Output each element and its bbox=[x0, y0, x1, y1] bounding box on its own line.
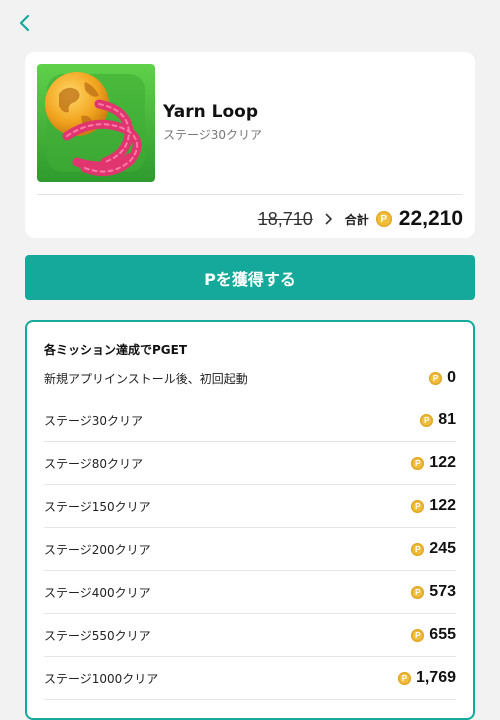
mission-list: 新規アプリインストール後、初回起動 P 0 ステージ30クリア P 81 ステー… bbox=[44, 357, 456, 700]
get-points-button[interactable]: Pを獲得する bbox=[25, 255, 475, 300]
app-subtitle: ステージ30クリア bbox=[163, 128, 263, 142]
points-summary: 18,710 合計 P 22,210 bbox=[258, 204, 463, 234]
point-coin-icon: P bbox=[411, 585, 425, 599]
point-coin-icon: P bbox=[420, 413, 434, 427]
app-card: Yarn Loop ステージ30クリア 18,710 合計 P 22,210 bbox=[25, 52, 475, 238]
missions-title: 各ミッション達成でPGET bbox=[44, 343, 188, 357]
top-bar bbox=[0, 0, 500, 48]
mission-reward: P 122 bbox=[411, 497, 456, 515]
mission-label: ステージ80クリア bbox=[44, 456, 144, 471]
mission-reward: P 1,769 bbox=[397, 669, 456, 687]
mission-points: 573 bbox=[429, 583, 456, 600]
mission-points: 122 bbox=[429, 497, 456, 514]
mission-item: ステージ150クリア P 122 bbox=[44, 485, 456, 528]
chevron-right-icon bbox=[324, 210, 332, 229]
mission-points: 1,769 bbox=[415, 669, 456, 686]
mission-reward: P 573 bbox=[411, 583, 456, 601]
mission-label: ステージ30クリア bbox=[44, 413, 144, 428]
mission-points: 245 bbox=[429, 540, 456, 557]
mission-item: ステージ80クリア P 122 bbox=[44, 442, 456, 485]
mission-points: 81 bbox=[438, 411, 456, 428]
point-coin-icon: P bbox=[375, 211, 392, 227]
mission-label: ステージ150クリア bbox=[44, 499, 151, 514]
mission-reward: P 245 bbox=[411, 540, 456, 558]
mission-reward: P 81 bbox=[420, 411, 456, 429]
point-coin-icon: P bbox=[411, 456, 425, 470]
app-name: Yarn Loop bbox=[163, 102, 258, 122]
mission-reward: P 655 bbox=[411, 626, 456, 644]
old-points: 18,710 bbox=[257, 208, 313, 229]
mission-item: ステージ200クリア P 245 bbox=[44, 528, 456, 571]
chevron-left-icon bbox=[19, 14, 30, 32]
mission-points: 0 bbox=[447, 369, 456, 386]
mission-item: ステージ30クリア P 81 bbox=[44, 399, 456, 442]
point-coin-icon: P bbox=[411, 499, 425, 513]
mission-item: ステージ400クリア P 573 bbox=[44, 571, 456, 614]
mission-label: ステージ200クリア bbox=[44, 542, 151, 557]
mission-label: ステージ400クリア bbox=[44, 585, 151, 600]
point-coin-icon: P bbox=[397, 671, 411, 685]
mission-points: 122 bbox=[429, 454, 456, 471]
mission-label: ステージ1000クリア bbox=[44, 671, 159, 686]
mission-label: ステージ550クリア bbox=[44, 628, 151, 643]
divider bbox=[37, 194, 463, 195]
mission-reward: P 122 bbox=[411, 454, 456, 472]
total-points: 22,210 bbox=[398, 207, 463, 230]
mission-reward: P 0 bbox=[429, 369, 456, 387]
point-coin-icon: P bbox=[429, 371, 443, 385]
total-label: 合計 bbox=[344, 212, 369, 227]
point-coin-icon: P bbox=[411, 542, 425, 556]
mission-item: ステージ1000クリア P 1,769 bbox=[44, 657, 456, 700]
mission-points: 655 bbox=[429, 626, 456, 643]
point-coin-icon: P bbox=[411, 628, 425, 642]
mission-item: ステージ550クリア P 655 bbox=[44, 614, 456, 657]
mission-label: 新規アプリインストール後、初回起動 bbox=[44, 371, 248, 386]
missions-panel: 各ミッション達成でPGET 新規アプリインストール後、初回起動 P 0 ステージ… bbox=[25, 320, 475, 720]
back-button[interactable] bbox=[12, 10, 38, 36]
mission-item: 新規アプリインストール後、初回起動 P 0 bbox=[44, 357, 456, 399]
app-icon[interactable] bbox=[37, 64, 155, 182]
